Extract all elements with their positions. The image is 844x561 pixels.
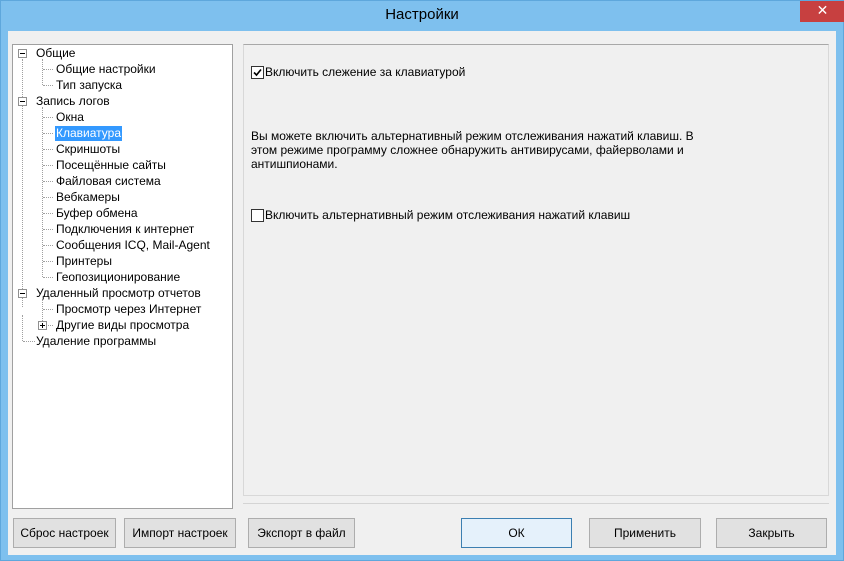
tree-line xyxy=(43,245,53,246)
tree-line xyxy=(43,149,53,150)
tree-item-internet-connections[interactable]: Подключения к интернет xyxy=(55,222,195,237)
tree-line xyxy=(43,133,53,134)
window-close-button[interactable]: ✕ xyxy=(800,1,844,22)
tree-item-printers[interactable]: Принтеры xyxy=(55,254,113,269)
tree-line xyxy=(43,277,53,278)
apply-button[interactable]: Применить xyxy=(589,518,701,548)
tree-line xyxy=(43,117,53,118)
keyboard-settings-panel: Включить слежение за клавиатурой Вы може… xyxy=(243,44,829,496)
title-bar[interactable]: Настройки ✕ xyxy=(1,1,844,30)
tree-line xyxy=(43,229,53,230)
reset-settings-button[interactable]: Сброс настроек xyxy=(13,518,116,548)
close-button[interactable]: Закрыть xyxy=(716,518,827,548)
panel-separator xyxy=(243,503,829,504)
tree-item-internet-view[interactable]: Просмотр через Интернет xyxy=(55,302,202,317)
dialog-client-area: Общие Общие настройки Тип запуска Запись… xyxy=(8,31,836,555)
ok-button[interactable]: ОК xyxy=(461,518,572,548)
alt-mode-description: Вы можете включить альтернативный режим … xyxy=(251,129,694,171)
tree-item-clipboard[interactable]: Буфер обмена xyxy=(55,206,139,221)
tree-item-windows[interactable]: Окна xyxy=(55,110,85,125)
close-icon: ✕ xyxy=(816,3,829,19)
tree-line xyxy=(23,341,35,342)
tree-item-file-system[interactable]: Файловая система xyxy=(55,174,162,189)
tree-item-webcams[interactable]: Вебкамеры xyxy=(55,190,121,205)
tree-item-remote-view[interactable]: Удаленный просмотр отчетов xyxy=(35,286,202,301)
tree-line xyxy=(43,85,53,86)
tree-item-general-settings[interactable]: Общие настройки xyxy=(55,62,157,77)
tree-line xyxy=(48,325,53,326)
collapse-icon[interactable] xyxy=(18,289,27,298)
tree-item-general[interactable]: Общие xyxy=(35,46,76,61)
tree-line xyxy=(43,165,53,166)
tree-line xyxy=(43,213,53,214)
settings-window: Настройки ✕ Общие Общие настройки Тип за… xyxy=(0,0,844,561)
tree-item-messages[interactable]: Сообщения ICQ, Mail-Agent xyxy=(55,238,211,253)
import-settings-button[interactable]: Импорт настроек xyxy=(124,518,236,548)
tree-item-keyboard[interactable]: Клавиатура xyxy=(55,126,122,141)
tree-item-uninstall[interactable]: Удаление программы xyxy=(35,334,157,349)
window-title: Настройки xyxy=(385,6,459,23)
tree-item-logging[interactable]: Запись логов xyxy=(35,94,111,109)
enable-keyboard-label[interactable]: Включить слежение за клавиатурой xyxy=(265,65,465,79)
tree-line xyxy=(43,197,53,198)
tree-item-geolocation[interactable]: Геопозиционирование xyxy=(55,270,181,285)
expand-icon[interactable] xyxy=(38,321,47,330)
settings-tree[interactable]: Общие Общие настройки Тип запуска Запись… xyxy=(12,44,233,509)
checkmark-icon xyxy=(253,68,262,77)
collapse-icon[interactable] xyxy=(18,49,27,58)
alt-mode-checkbox[interactable] xyxy=(251,209,264,222)
enable-keyboard-checkbox[interactable] xyxy=(251,66,264,79)
collapse-icon[interactable] xyxy=(18,97,27,106)
tree-item-startup-type[interactable]: Тип запуска xyxy=(55,78,123,93)
tree-line xyxy=(42,59,43,85)
tree-line xyxy=(43,261,53,262)
tree-item-screenshots[interactable]: Скриншоты xyxy=(55,142,121,157)
export-to-file-button[interactable]: Экспорт в файл xyxy=(248,518,355,548)
tree-line xyxy=(43,309,53,310)
tree-line xyxy=(43,69,53,70)
tree-line xyxy=(22,315,23,341)
tree-item-visited-sites[interactable]: Посещённые сайты xyxy=(55,158,167,173)
tree-line xyxy=(43,181,53,182)
alt-mode-label[interactable]: Включить альтернативный режим отслеживан… xyxy=(265,208,630,222)
tree-item-other-views[interactable]: Другие виды просмотра xyxy=(55,318,190,333)
